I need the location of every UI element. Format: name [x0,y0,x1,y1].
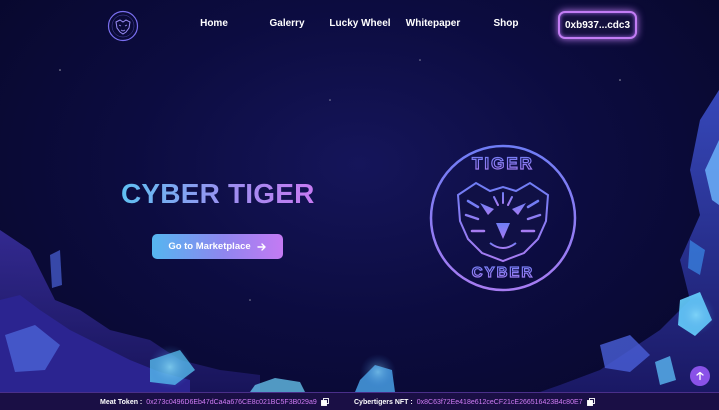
nav-whitepaper[interactable]: Whitepaper [406,18,460,29]
cybertigers-address: 0x8C63f72Ee418e612ceCF21cE266516423B4c80… [416,398,583,406]
wallet-address-button[interactable]: 0xb937...cdc3 [558,11,637,39]
copy-icon[interactable] [586,398,595,406]
nav-shop[interactable]: Shop [494,18,519,29]
nav-lucky-wheel[interactable]: Lucky Wheel [329,18,390,29]
tiger-cyber-logo-icon[interactable] [107,10,139,42]
cta-label: Go to Marketplace [168,241,251,252]
copy-icon[interactable] [320,398,329,406]
emblem-bottom-text: CYBER [472,264,535,281]
go-to-marketplace-button[interactable]: Go to Marketplace [152,234,283,259]
arrow-up-icon [696,371,704,381]
scenery-illustration [0,59,719,392]
meat-token-address: 0x273c0496D6Eb47dCa4a676CE8c021BC5F3B029… [146,398,317,406]
meat-token-label: Meat Token : [100,398,143,406]
cybertigers-label: Cybertigers NFT : [354,398,413,406]
nav-home[interactable]: Home [200,18,228,29]
contract-footer: Meat Token : 0x273c0496D6Eb47dCa4a676CE8… [0,392,719,410]
scroll-to-top-button[interactable] [690,366,710,386]
meat-token-info: Meat Token : 0x273c0496D6Eb47dCa4a676CE8… [100,398,329,406]
tiger-head-emblem-icon: TIGER CYBER [429,144,577,292]
nav-gallery[interactable]: Galerry [269,18,304,29]
hero-title: CYBER TIGER [121,178,315,209]
emblem-top-text: TIGER [472,154,534,173]
top-navigation: Home Galerry Lucky Wheel Whitepaper Shop… [0,0,719,50]
arrow-right-icon [256,242,266,251]
cybertigers-nft-info: Cybertigers NFT : 0x8C63f72Ee418e612ceCF… [354,398,595,406]
